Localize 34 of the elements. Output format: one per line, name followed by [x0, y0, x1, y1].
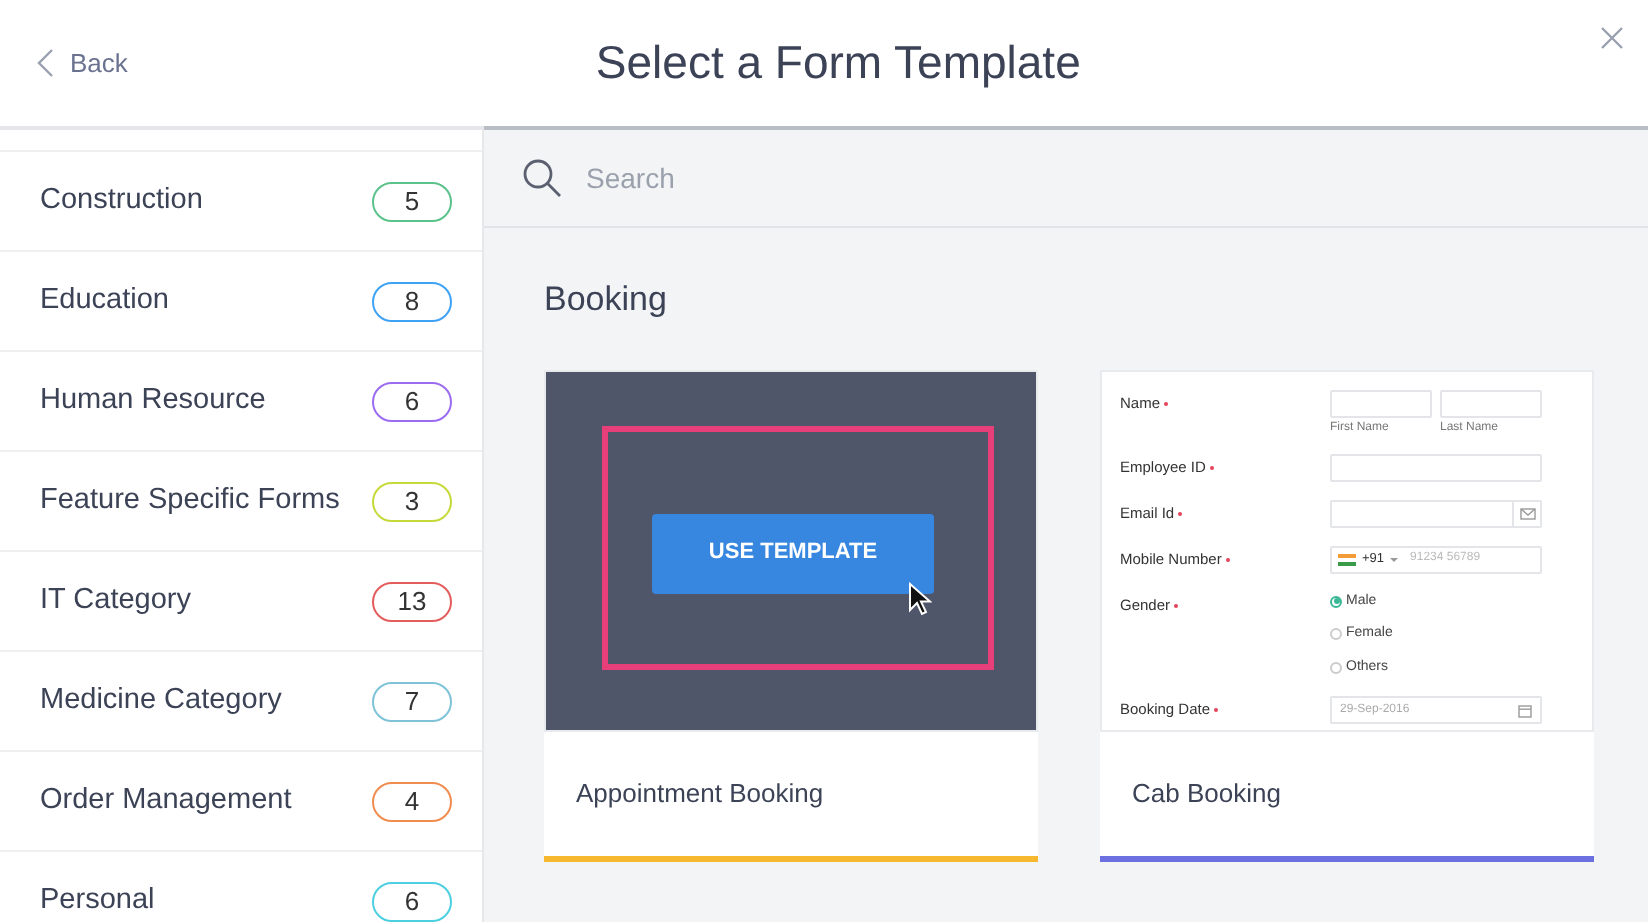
count-badge: 3: [372, 481, 452, 521]
count-badge: 5: [372, 181, 452, 221]
flag-icon: [1338, 553, 1356, 565]
category-item[interactable]: IT Category 13: [0, 552, 482, 652]
input-field: [1330, 389, 1432, 417]
back-button[interactable]: Back: [36, 43, 128, 83]
category-item[interactable]: Education 8: [0, 252, 482, 352]
search-field[interactable]: Search: [586, 157, 1386, 199]
count-badge: 8: [372, 281, 452, 321]
category-item[interactable]: Personal 6: [0, 852, 482, 922]
count-badge: 4: [372, 781, 452, 821]
count-badge: 6: [372, 381, 452, 421]
category-item[interactable]: Construction 5: [0, 152, 482, 252]
close-icon[interactable]: [1600, 26, 1624, 50]
section-heading: Booking: [544, 278, 669, 322]
category-item[interactable]: Human Resource 6: [0, 352, 482, 452]
chevron-left-icon: [36, 48, 54, 78]
count-badge: 6: [372, 881, 452, 921]
category-item[interactable]: Feature Specific Forms 3: [0, 452, 482, 552]
template-name: Appointment Booking: [574, 775, 826, 812]
caret-down-icon: [1390, 557, 1399, 561]
input-field: [1440, 389, 1542, 417]
mouse-cursor-icon: [908, 581, 932, 615]
dialog-title: Select a Form Template: [595, 34, 1081, 93]
count-badge: 7: [372, 681, 452, 721]
count-badge: 13: [372, 581, 452, 621]
template-card[interactable]: USE TEMPLATE Appointment Booking: [544, 369, 1038, 861]
search-icon: [522, 158, 562, 198]
envelope-icon: [1519, 507, 1535, 519]
category-item[interactable]: Order Management 4: [0, 752, 482, 852]
calendar-icon: [1518, 703, 1532, 717]
template-name: Cab Booking: [1130, 775, 1283, 812]
use-template-button[interactable]: USE TEMPLATE: [652, 513, 934, 593]
category-item[interactable]: Medicine Category 7: [0, 652, 482, 752]
